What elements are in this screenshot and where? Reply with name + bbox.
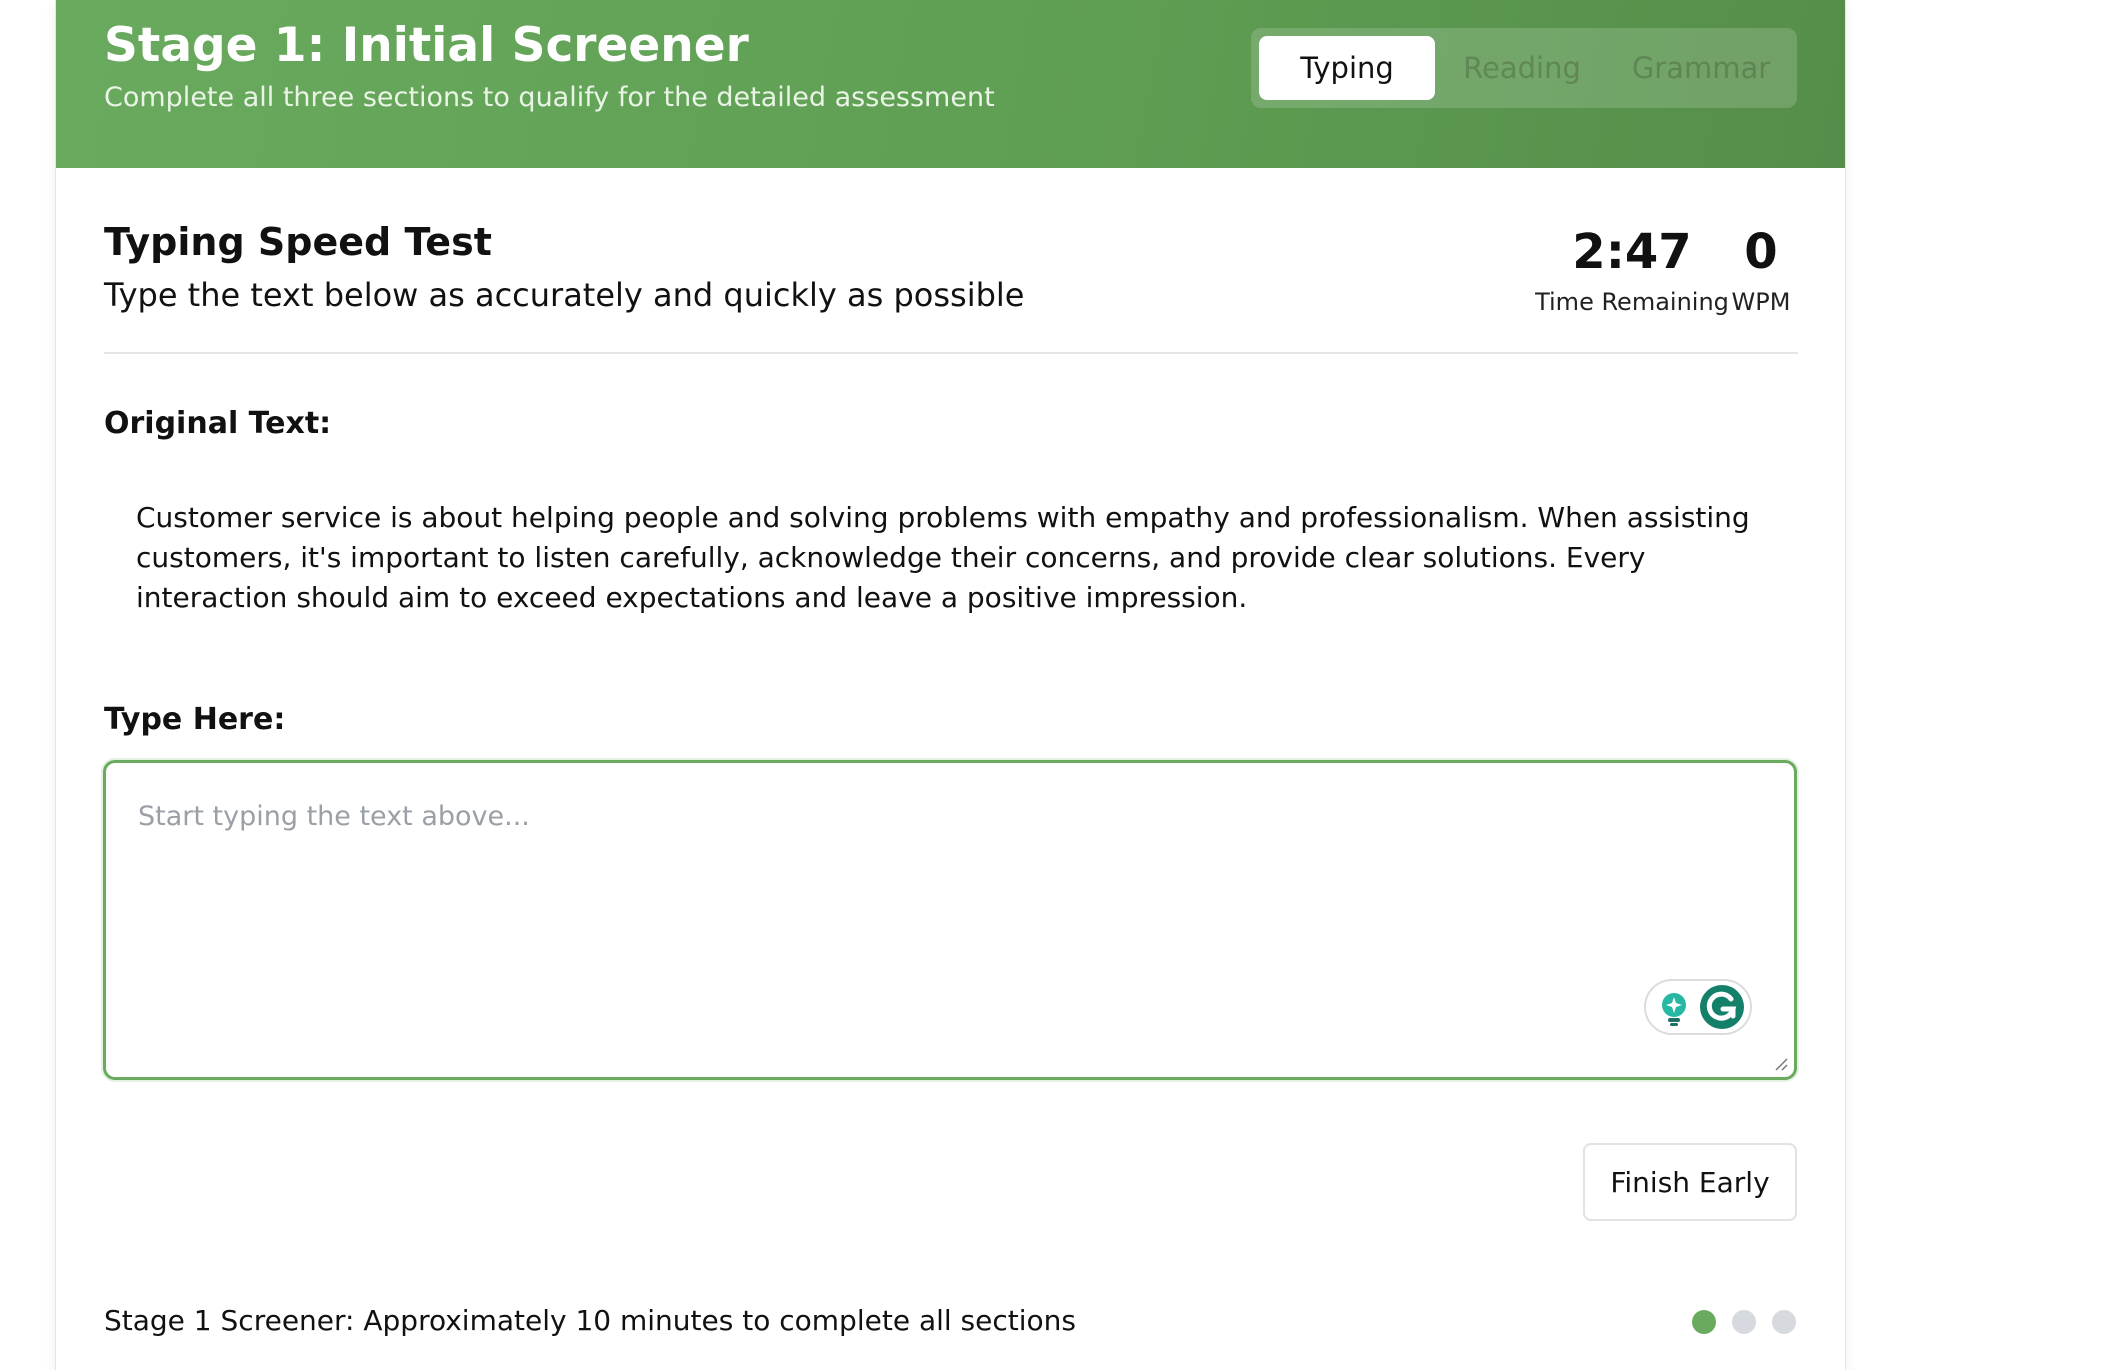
- resize-handle-icon[interactable]: [1772, 1055, 1788, 1071]
- screener-card: Stage 1: Initial Screener Complete all t…: [55, 0, 1846, 1370]
- test-title: Typing Speed Test: [104, 220, 492, 264]
- progress-dot: [1732, 1310, 1756, 1334]
- tab-typing[interactable]: Typing: [1259, 36, 1435, 100]
- time-remaining-value: 2:47: [1572, 224, 1692, 280]
- progress-dot-active: [1692, 1310, 1716, 1334]
- stage-header: Stage 1: Initial Screener Complete all t…: [56, 0, 1845, 168]
- page: Stage 1: Initial Screener Complete all t…: [0, 0, 2104, 1370]
- tab-grammar[interactable]: Grammar: [1613, 36, 1789, 100]
- page-title: Stage 1: Initial Screener: [104, 18, 749, 73]
- tab-reading[interactable]: Reading: [1447, 36, 1597, 100]
- wpm-value: 0: [1744, 224, 1778, 280]
- original-text-label: Original Text:: [104, 406, 332, 441]
- wpm-stat: 0 WPM: [1721, 224, 1801, 316]
- lightbulb-icon[interactable]: [1656, 989, 1692, 1029]
- finish-early-button[interactable]: Finish Early: [1583, 1143, 1797, 1221]
- footer-note: Stage 1 Screener: Approximately 10 minut…: [104, 1304, 1076, 1337]
- original-text: Customer service is about helping people…: [136, 501, 1750, 614]
- time-remaining-stat: 2:47 Time Remaining: [1522, 224, 1742, 316]
- wpm-label: WPM: [1731, 288, 1791, 316]
- divider: [104, 352, 1798, 354]
- progress-dots: [1692, 1310, 1802, 1336]
- page-subtitle: Complete all three sections to qualify f…: [104, 82, 995, 113]
- typing-input-container: [103, 760, 1797, 1080]
- grammarly-logo-icon[interactable]: [1698, 983, 1746, 1031]
- type-here-label: Type Here:: [104, 702, 286, 737]
- section-tabs: Typing Reading Grammar: [1251, 28, 1797, 108]
- typing-input[interactable]: [106, 763, 1794, 1077]
- time-remaining-label: Time Remaining: [1535, 288, 1729, 316]
- grammarly-widget[interactable]: [1644, 979, 1752, 1035]
- test-subtitle: Type the text below as accurately and qu…: [104, 276, 1025, 314]
- progress-dot: [1772, 1310, 1796, 1334]
